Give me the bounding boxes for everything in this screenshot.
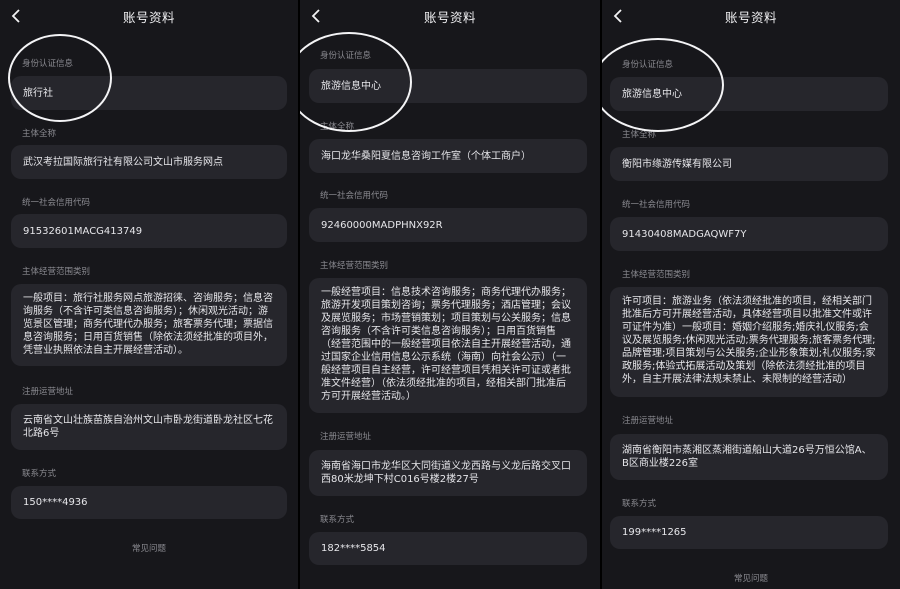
address-value: 海南省海口市龙华区大同街道义龙西路与义龙后路交叉口西80米龙坤下村C016号楼2… [309, 450, 587, 496]
faq-link[interactable]: 常见问题 [0, 542, 298, 554]
identity-value: 旅游信息中心 [309, 69, 587, 103]
scope-value: 许可项目：旅游业务（依法须经批准的项目，经相关部门批准后方可开展经营活动，具体经… [610, 287, 888, 397]
contact-value: 150****4936 [11, 486, 287, 519]
identity-label: 身份认证信息 [22, 59, 74, 69]
entity-name-label: 主体全称 [320, 122, 355, 132]
contact-label: 联系方式 [320, 515, 355, 525]
address-value: 湖南省衡阳市蒸湘区蒸湘街道船山大道26号万恒公馆A、B区商业楼226室 [610, 434, 888, 480]
page-title: 账号资料 [122, 10, 175, 25]
nav-bar: 账号资料 [300, 0, 600, 32]
nav-bar: 账号资料 [602, 0, 900, 32]
account-panel-1: 账号资料 身份认证信息 旅行社 主体全称 武汉考拉国际旅行社有限公司文山市服务网… [0, 0, 298, 589]
address-label: 注册运营地址 [22, 387, 74, 397]
credit-code-label: 统一社会信用代码 [22, 198, 91, 208]
entity-name-label: 主体全称 [22, 129, 57, 139]
address-label: 注册运营地址 [622, 416, 674, 426]
scope-value: 一般经营项目：信息技术咨询服务；商务代理代办服务；旅游开发项目策划咨询；票务代理… [309, 278, 587, 413]
scope-label: 主体经营范围类别 [622, 270, 691, 280]
identity-value: 旅游信息中心 [610, 77, 888, 111]
identity-label: 身份认证信息 [320, 51, 372, 61]
credit-code-value: 91430408MADGAQWF7Y [610, 217, 888, 251]
contact-value: 182****5854 [309, 532, 587, 565]
page-title: 账号资料 [423, 10, 476, 25]
entity-name-value: 海口龙华桑阳夏信息咨询工作室（个体工商户） [309, 139, 587, 173]
credit-code-value: 91532601MACG413749 [11, 214, 287, 248]
contact-value: 199****1265 [610, 516, 888, 549]
identity-value: 旅行社 [11, 76, 287, 110]
credit-code-value: 92460000MADPHNX92R [309, 208, 587, 242]
account-panel-2: 账号资料 身份认证信息 旅游信息中心 主体全称 海口龙华桑阳夏信息咨询工作室（个… [300, 0, 600, 589]
account-panel-3: 账号资料 身份认证信息 旅游信息中心 主体全称 衡阳市缘游传媒有限公司 统一社会… [602, 0, 900, 589]
entity-name-value: 衡阳市缘游传媒有限公司 [610, 147, 888, 181]
screenshot-collage: 账号资料 身份认证信息 旅行社 主体全称 武汉考拉国际旅行社有限公司文山市服务网… [0, 0, 900, 589]
credit-code-label: 统一社会信用代码 [320, 191, 389, 201]
scope-value: 一般项目：旅行社服务网点旅游招徕、咨询服务；信息咨询服务（不含许可类信息咨询服务… [11, 284, 287, 366]
page-title: 账号资料 [724, 10, 777, 25]
address-value: 云南省文山壮族苗族自治州文山市卧龙街道卧龙社区七花北路6号 [11, 404, 287, 450]
entity-name-value: 武汉考拉国际旅行社有限公司文山市服务网点 [11, 145, 287, 179]
scope-label: 主体经营范围类别 [22, 267, 91, 277]
address-label: 注册运营地址 [320, 432, 372, 442]
identity-label: 身份认证信息 [622, 60, 674, 70]
nav-bar: 账号资料 [0, 0, 298, 32]
contact-label: 联系方式 [622, 499, 657, 509]
credit-code-label: 统一社会信用代码 [622, 200, 691, 210]
contact-label: 联系方式 [22, 469, 57, 479]
scope-label: 主体经营范围类别 [320, 261, 389, 271]
entity-name-label: 主体全称 [622, 130, 657, 140]
faq-link[interactable]: 常见问题 [602, 572, 900, 584]
